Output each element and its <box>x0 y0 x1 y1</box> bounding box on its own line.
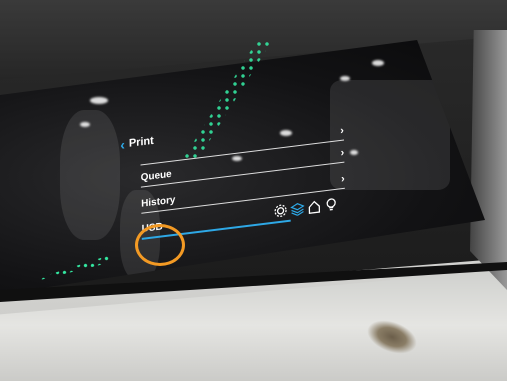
gear-icon[interactable] <box>274 203 288 219</box>
reflection-light <box>80 122 90 127</box>
menu-item-label: Queue <box>140 168 172 184</box>
printer-side-bezel <box>470 30 507 290</box>
layers-icon[interactable] <box>290 201 305 217</box>
chevron-right-icon: › <box>340 124 344 137</box>
menu-item-label: History <box>141 194 176 210</box>
lightbulb-icon[interactable] <box>324 197 338 213</box>
reflection-light <box>372 60 384 66</box>
reflection-light <box>90 97 108 104</box>
chevron-left-icon[interactable]: ‹ <box>120 136 125 153</box>
reflection-person <box>60 110 120 240</box>
chevron-right-icon: › <box>340 146 345 160</box>
home-icon[interactable] <box>307 199 321 215</box>
reflection-light <box>340 76 350 81</box>
usb-highlight-circle <box>135 224 185 266</box>
chevron-right-icon: › <box>340 172 345 186</box>
photo-frame: ‹ Print › Queue › History › USB <box>0 0 507 381</box>
